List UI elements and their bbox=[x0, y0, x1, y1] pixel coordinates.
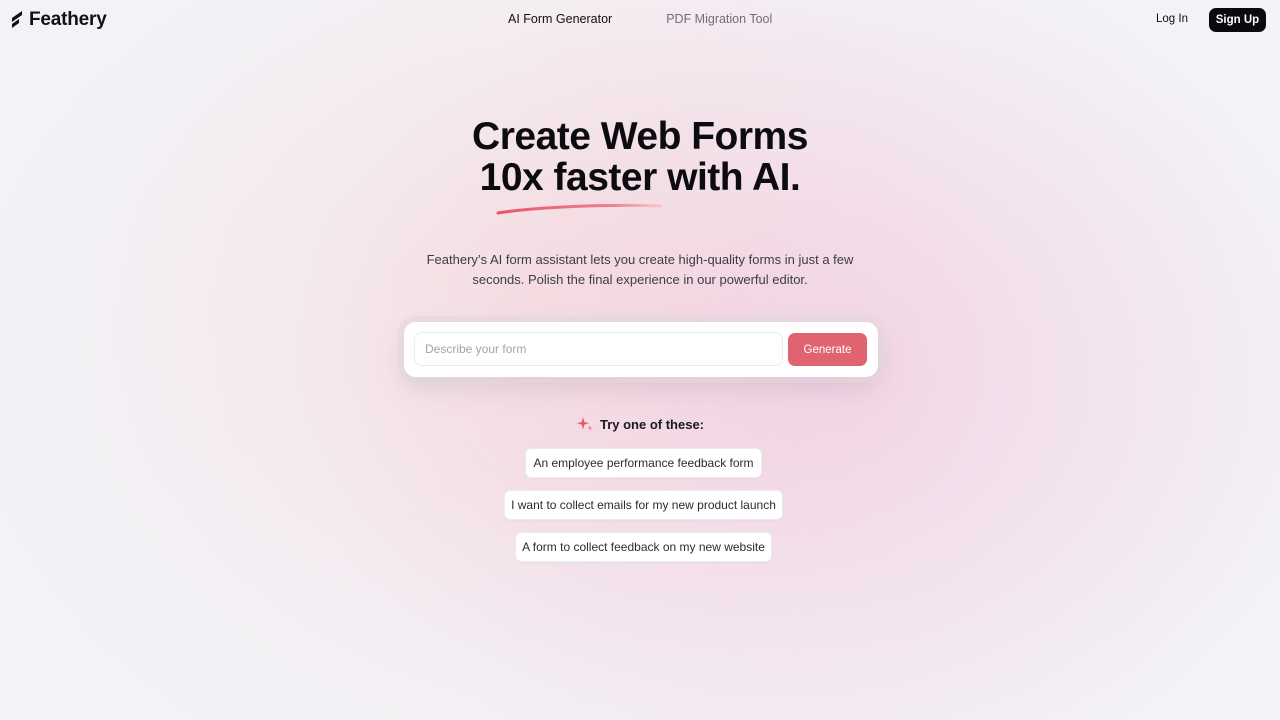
login-link[interactable]: Log In bbox=[1156, 13, 1188, 25]
nav-ai-form-generator[interactable]: AI Form Generator bbox=[508, 12, 612, 26]
signup-button[interactable]: Sign Up bbox=[1209, 8, 1266, 32]
generate-button[interactable]: Generate bbox=[788, 333, 867, 366]
suggestions-heading: Try one of these: bbox=[0, 416, 1280, 432]
feather-logo-icon bbox=[12, 11, 22, 28]
headline-line-1: Create Web Forms bbox=[472, 115, 808, 158]
headline-line-2: 10x faster with AI. bbox=[479, 156, 801, 199]
sparkle-icon bbox=[576, 417, 593, 431]
hero-subtitle: Feathery’s AI form assistant lets you cr… bbox=[426, 252, 854, 287]
prompt-card: Generate bbox=[404, 322, 878, 377]
suggestion-chip[interactable]: A form to collect feedback on my new web… bbox=[515, 532, 772, 562]
hero-headline: Create Web Forms 10x faster with AI. bbox=[0, 116, 1280, 198]
headline-underline-decoration bbox=[496, 203, 663, 215]
main-nav: AI Form Generator PDF Migration Tool bbox=[508, 12, 772, 26]
describe-form-input[interactable] bbox=[414, 332, 783, 366]
suggestion-chip[interactable]: I want to collect emails for my new prod… bbox=[504, 490, 783, 520]
suggestions-heading-text: Try one of these: bbox=[599, 416, 705, 432]
nav-pdf-migration-tool[interactable]: PDF Migration Tool bbox=[666, 12, 772, 26]
brand-logo[interactable]: Feathery bbox=[10, 9, 107, 31]
site-header: Feathery AI Form Generator PDF Migration… bbox=[0, 0, 1280, 40]
suggestion-chip[interactable]: An employee performance feedback form bbox=[525, 448, 762, 478]
brand-name: Feathery bbox=[29, 9, 107, 30]
